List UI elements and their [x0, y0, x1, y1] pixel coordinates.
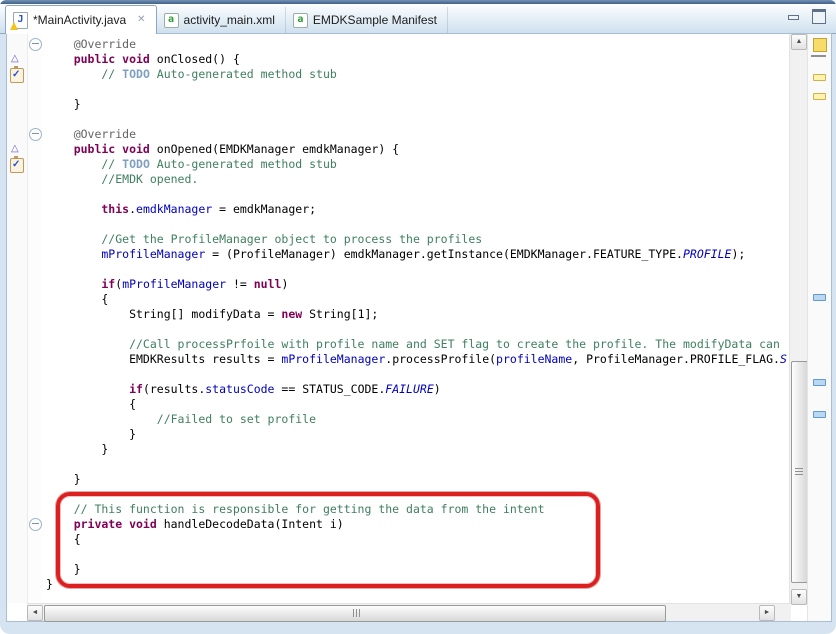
minimize-icon[interactable]: [788, 12, 798, 22]
code-line: [46, 547, 789, 562]
fold-collapse-icon[interactable]: [29, 518, 42, 531]
code-line: // This function is responsible for gett…: [46, 502, 789, 517]
fold-collapse-icon[interactable]: [29, 38, 42, 51]
code-line: }: [46, 562, 789, 577]
task-marker-icon: [10, 68, 24, 83]
code-line: [46, 322, 789, 337]
tab-label: activity_main.xml: [184, 13, 275, 27]
code-line: //Call processPrfoile with profile name …: [46, 337, 789, 352]
vertical-scrollbar[interactable]: ▲ ▼: [789, 34, 807, 605]
code-line: }: [46, 97, 789, 112]
override-indicator-icon: △: [11, 144, 19, 154]
fold-collapse-icon[interactable]: [29, 128, 42, 141]
code-line: [46, 82, 789, 97]
code-line: private void handleDecodeData(Intent i): [46, 517, 789, 532]
code-line: @Override: [46, 127, 789, 142]
code-line: }: [46, 442, 789, 457]
scroll-down-icon[interactable]: ▼: [791, 589, 807, 605]
scroll-right-icon[interactable]: ►: [759, 605, 775, 621]
overview-ruler: [807, 34, 831, 621]
vertical-scrollbar-thumb[interactable]: [791, 361, 808, 583]
code-area[interactable]: @Override public void onClosed() { // TO…: [42, 34, 789, 603]
code-line: if(results.statusCode == STATUS_CODE.FAI…: [46, 382, 789, 397]
code-line: EMDKResults results = mProfileManager.pr…: [46, 352, 789, 367]
gutter: △△: [7, 34, 28, 603]
code-line: [46, 487, 789, 502]
code-line: // TODO Auto-generated method stub: [46, 157, 789, 172]
code-line: [46, 112, 789, 127]
android-xml-file-icon: a: [164, 13, 179, 28]
code-line: {: [46, 292, 789, 307]
fold-bar: [28, 34, 42, 603]
code-line: [46, 457, 789, 472]
overview-divider: [811, 55, 826, 57]
code-line: [46, 187, 789, 202]
info-marker[interactable]: [813, 411, 826, 418]
info-marker[interactable]: [813, 379, 826, 386]
code-line: this.emdkManager = emdkManager;: [46, 202, 789, 217]
java-file-warning-icon: J: [13, 12, 28, 29]
code-line: // TODO Auto-generated method stub: [46, 67, 789, 82]
code-line: //EMDK opened.: [46, 172, 789, 187]
problems-summary-icon[interactable]: [813, 38, 827, 52]
tab-mainactivity-java[interactable]: J *MainActivity.java ✕: [5, 5, 157, 34]
code-line: public void onOpened(EMDKManager emdkMan…: [46, 142, 789, 157]
code-line: String[] modifyData = new String[1];: [46, 307, 789, 322]
maximize-icon[interactable]: [812, 9, 826, 24]
code-line: if(mProfileManager != null): [46, 277, 789, 292]
window-controls: [788, 9, 826, 24]
code-line: mProfileManager = (ProfileManager) emdkM…: [46, 247, 789, 262]
horizontal-scrollbar[interactable]: ◄ ►: [27, 603, 791, 621]
code-line: @Override: [46, 37, 789, 52]
tab-activity-main-xml[interactable]: a activity_main.xml: [157, 7, 286, 33]
warning-marker[interactable]: [813, 74, 826, 81]
code-line: }: [46, 472, 789, 487]
code-line: //Failed to set profile: [46, 412, 789, 427]
code-line: }: [46, 427, 789, 442]
tab-bar: J*MainActivity.java✕aactivity_main.xmlaE…: [0, 4, 836, 34]
task-marker-icon: [10, 158, 24, 173]
tab-label: EMDKSample Manifest: [313, 13, 437, 27]
scroll-up-icon[interactable]: ▲: [791, 34, 807, 50]
code-line: //Get the ProfileManager object to proce…: [46, 232, 789, 247]
info-marker[interactable]: [813, 294, 826, 301]
editor-pane: △△ @Override public void onClosed() { //…: [6, 33, 832, 622]
code-line: public void onClosed() {: [46, 52, 789, 67]
android-xml-file-icon: a: [293, 13, 308, 28]
horizontal-scrollbar-thumb[interactable]: [44, 605, 666, 622]
code-line: [46, 367, 789, 382]
override-indicator-icon: △: [11, 54, 19, 64]
code-line: [46, 262, 789, 277]
tab-label: *MainActivity.java: [33, 13, 126, 27]
close-tab-icon[interactable]: ✕: [137, 15, 145, 25]
scroll-left-icon[interactable]: ◄: [27, 605, 43, 621]
eclipse-editor-window: J*MainActivity.java✕aactivity_main.xmlaE…: [0, 0, 836, 634]
code-line: [46, 217, 789, 232]
code-line: {: [46, 532, 789, 547]
code-line: {: [46, 397, 789, 412]
code-line: }: [46, 577, 789, 592]
warning-marker[interactable]: [813, 93, 826, 100]
tab-emdksample-manifest[interactable]: a EMDKSample Manifest: [286, 7, 448, 33]
